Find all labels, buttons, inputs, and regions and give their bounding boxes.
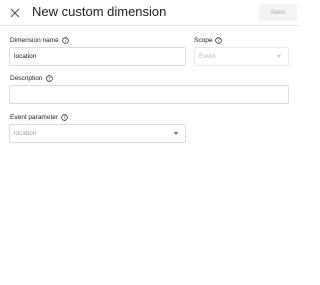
description-label: Description ? (10, 75, 53, 82)
event-parameter-select[interactable]: location (9, 124, 186, 143)
chevron-down-icon (277, 55, 281, 58)
dimension-name-input[interactable]: location (9, 47, 186, 66)
dialog-title: New custom dimension (32, 4, 167, 19)
close-icon[interactable] (8, 6, 22, 20)
event-parameter-label: Event parameter ? (10, 114, 68, 121)
help-icon[interactable]: ? (45, 75, 53, 82)
scope-select-value: Event (199, 53, 216, 60)
scope-select: Event (194, 47, 289, 66)
scope-label: Scope ? (194, 37, 223, 44)
dialog-header: New custom dimension Save (0, 0, 300, 26)
save-button[interactable]: Save (259, 4, 297, 21)
dimension-name-label: Dimension name ? (10, 37, 69, 44)
help-icon[interactable]: ? (62, 37, 69, 44)
help-icon[interactable]: ? (61, 114, 68, 121)
description-input[interactable] (9, 85, 289, 104)
scope-label-text: Scope (194, 37, 213, 44)
event-parameter-label-text: Event parameter (10, 114, 59, 121)
dimension-name-label-text: Dimension name (10, 37, 59, 44)
chevron-down-icon[interactable] (174, 132, 178, 135)
description-label-text: Description (10, 75, 43, 82)
help-icon[interactable]: ? (215, 37, 223, 44)
event-parameter-select-value: location (14, 130, 37, 137)
